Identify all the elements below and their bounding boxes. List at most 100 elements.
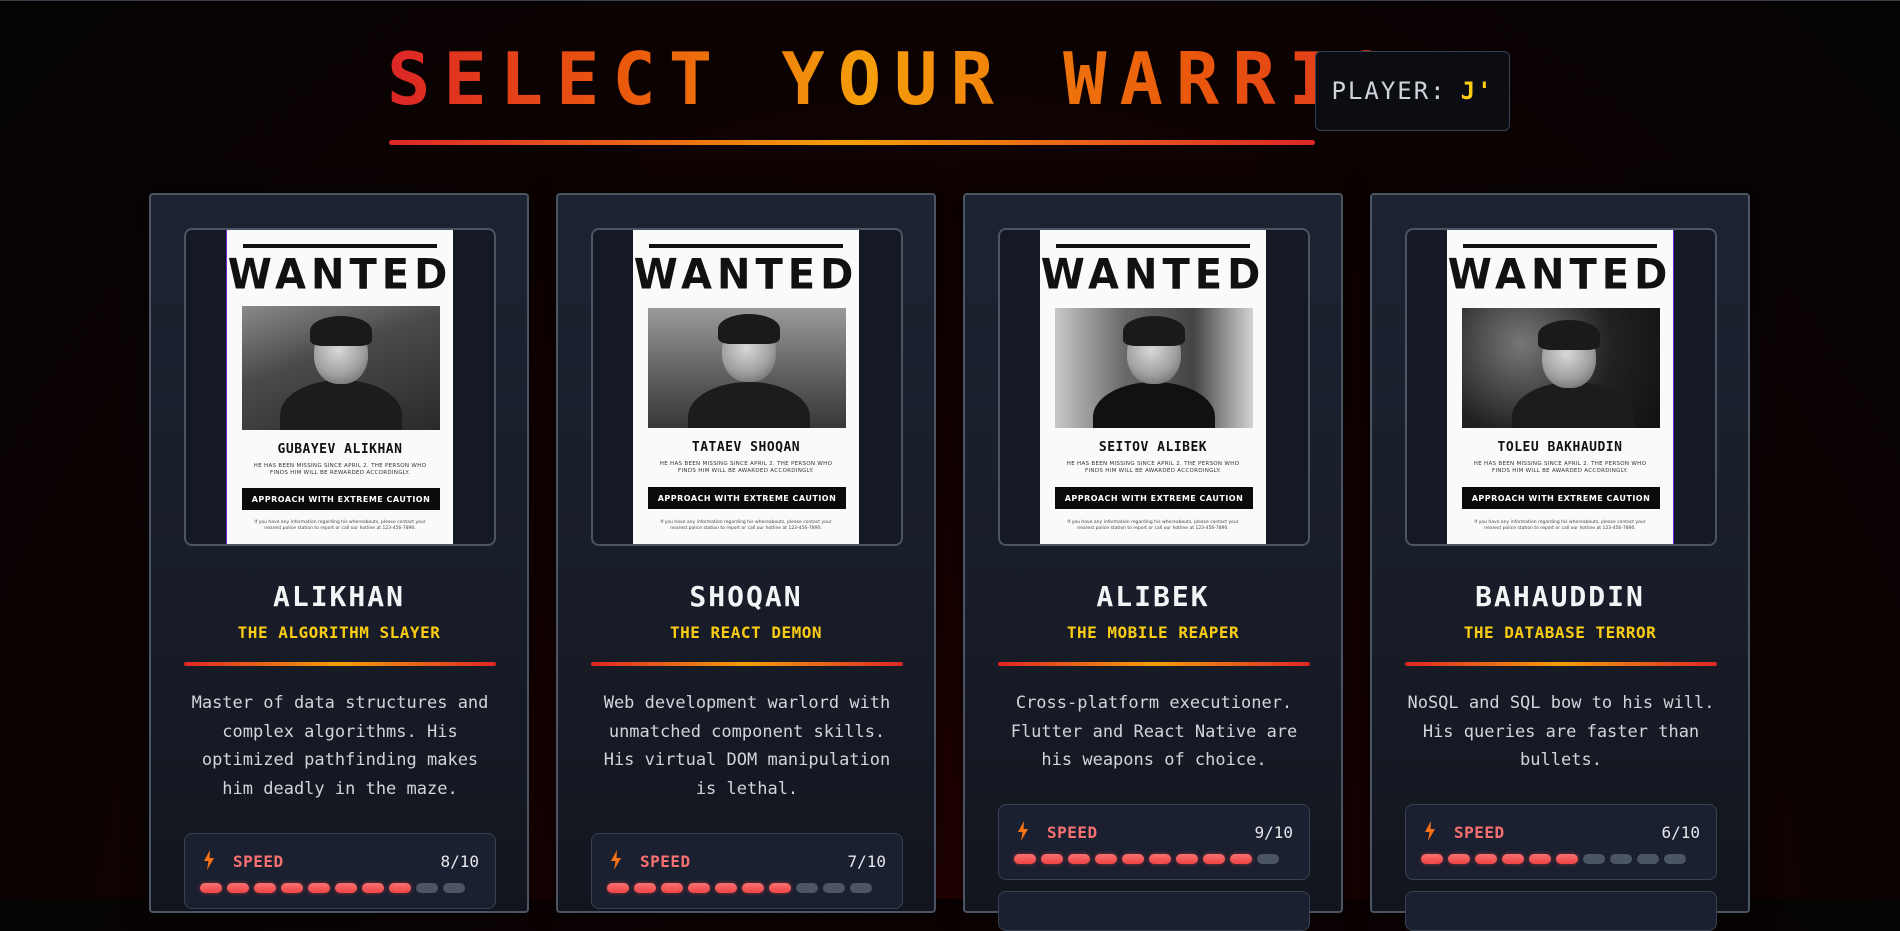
lightning-icon xyxy=(1425,821,1435,841)
warrior-photo xyxy=(1462,308,1660,428)
warrior-title: THE ALGORITHM SLAYER xyxy=(237,623,441,642)
stat-pip-empty xyxy=(1610,854,1632,864)
poster-info-text: If you have any information regarding hi… xyxy=(1067,520,1239,531)
warrior-divider xyxy=(1405,662,1717,666)
warrior-description: NoSQL and SQL bow to his will. His queri… xyxy=(1407,693,1715,770)
warrior-photo xyxy=(648,308,846,428)
stat-pip-filled xyxy=(362,883,384,893)
stat-pip-empty xyxy=(416,883,438,893)
stat-value: 9/10 xyxy=(1254,823,1293,842)
player-name: J' xyxy=(1460,77,1494,105)
warrior-card-shoqan[interactable]: WANTED TATAEV SHOQAN HE HAS BEEN MISSING… xyxy=(556,193,936,913)
stat-meter xyxy=(607,883,872,893)
poster-caution-banner: APPROACH WITH EXTREME CAUTION xyxy=(1462,487,1660,509)
wanted-poster: WANTED TATAEV SHOQAN HE HAS BEEN MISSING… xyxy=(633,230,859,544)
stat-pip-filled xyxy=(1556,854,1578,864)
stat-next xyxy=(998,891,1310,931)
stat-value: 8/10 xyxy=(440,852,479,871)
warrior-name: BAHAUDDIN xyxy=(1475,580,1645,613)
stat-pip-filled xyxy=(1122,854,1144,864)
stat-pip-filled xyxy=(335,883,357,893)
poster-caution-banner: APPROACH WITH EXTREME CAUTION xyxy=(648,487,846,509)
stat-pip-filled xyxy=(1448,854,1470,864)
warrior-divider xyxy=(591,662,903,666)
page-title: SELECT YOUR WARRIOR xyxy=(387,34,1458,124)
stat-pip-filled xyxy=(254,883,276,893)
stat-speed: SPEED 6/10 xyxy=(1405,804,1717,880)
poster-name: TATAEV SHOQAN xyxy=(691,440,801,455)
poster-name: TOLEU BAKHAUDIN xyxy=(1497,440,1623,455)
lightning-icon xyxy=(611,850,621,870)
warrior-description: Cross-platform executioner. Flutter and … xyxy=(1010,693,1298,770)
stat-pip-filled xyxy=(1068,854,1090,864)
warrior-name: ALIKHAN xyxy=(272,580,405,613)
warrior-card-alibek[interactable]: WANTED SEITOV ALIBEK HE HAS BEEN MISSING… xyxy=(963,193,1343,931)
stat-pip-filled xyxy=(389,883,411,893)
poster-heading: WANTED xyxy=(1040,250,1266,300)
warrior-title: THE DATABASE TERROR xyxy=(1463,623,1657,642)
poster-rule xyxy=(649,244,843,248)
stat-pip-filled xyxy=(1475,854,1497,864)
poster-name: SEITOV ALIBEK xyxy=(1098,440,1208,455)
stat-pip-empty xyxy=(443,883,465,893)
stat-pip-filled xyxy=(1014,854,1036,864)
stat-meter xyxy=(1421,854,1686,864)
lightning-icon xyxy=(1018,821,1028,841)
title-underline xyxy=(389,140,1315,145)
stat-label: SPEED xyxy=(1454,823,1505,842)
poster-name: GUBAYEV ALIKHAN xyxy=(277,442,403,457)
stat-pip-empty xyxy=(796,883,818,893)
stat-pip-filled xyxy=(227,883,249,893)
wanted-poster-frame: WANTED TATAEV SHOQAN HE HAS BEEN MISSING… xyxy=(591,228,903,546)
wanted-poster: WANTED SEITOV ALIBEK HE HAS BEEN MISSING… xyxy=(1040,230,1266,544)
top-border xyxy=(0,0,1900,1)
stat-meter xyxy=(1014,854,1279,864)
stat-pip-filled xyxy=(1230,854,1252,864)
stat-pip-filled xyxy=(1502,854,1524,864)
poster-missing-text: HE HAS BEEN MISSING SINCE APRIL 2. THE P… xyxy=(253,463,427,476)
warrior-divider xyxy=(998,662,1310,666)
poster-missing-text: HE HAS BEEN MISSING SINCE APRIL 2. THE P… xyxy=(659,461,833,474)
poster-info-text: If you have any information regarding hi… xyxy=(1474,520,1646,531)
stat-pip-filled xyxy=(742,883,764,893)
wanted-poster-frame: WANTED TOLEU BAKHAUDIN HE HAS BEEN MISSI… xyxy=(1405,228,1717,546)
warrior-title: THE MOBILE REAPER xyxy=(1066,623,1240,642)
stat-pip-filled xyxy=(1041,854,1063,864)
stat-speed: SPEED 9/10 xyxy=(998,804,1310,880)
stat-pip-empty xyxy=(1583,854,1605,864)
stat-label: SPEED xyxy=(233,852,284,871)
warrior-card-bahauddin[interactable]: WANTED TOLEU BAKHAUDIN HE HAS BEEN MISSI… xyxy=(1370,193,1750,931)
stat-pip-empty xyxy=(850,883,872,893)
stat-next xyxy=(1405,891,1717,931)
warrior-description: Web development warlord with unmatched c… xyxy=(603,693,891,799)
poster-caution-banner: APPROACH WITH EXTREME CAUTION xyxy=(1055,487,1253,509)
stat-pip-filled xyxy=(281,883,303,893)
stat-speed: SPEED 8/10 xyxy=(184,833,496,909)
warrior-photo xyxy=(1055,308,1253,428)
stat-pip-filled xyxy=(634,883,656,893)
poster-info-text: If you have any information regarding hi… xyxy=(254,520,426,531)
warrior-name: SHOQAN xyxy=(689,580,803,613)
lightning-icon xyxy=(204,850,214,870)
stat-pip-filled xyxy=(661,883,683,893)
wanted-poster-frame: WANTED GUBAYEV ALIKHAN HE HAS BEEN MISSI… xyxy=(184,228,496,546)
poster-missing-text: HE HAS BEEN MISSING SINCE APRIL 2. THE P… xyxy=(1066,461,1240,474)
stat-speed: SPEED 7/10 xyxy=(591,833,903,909)
stat-pip-empty xyxy=(823,883,845,893)
poster-rule xyxy=(243,244,437,248)
stat-pip-filled xyxy=(1176,854,1198,864)
poster-rule xyxy=(1463,244,1657,248)
poster-heading: WANTED xyxy=(1447,250,1673,300)
poster-heading: WANTED xyxy=(633,250,859,300)
warrior-card-alikhan[interactable]: WANTED GUBAYEV ALIKHAN HE HAS BEEN MISSI… xyxy=(149,193,529,913)
warrior-name: ALIBEK xyxy=(1096,580,1210,613)
warrior-divider xyxy=(184,662,496,666)
stat-label: SPEED xyxy=(1047,823,1098,842)
wanted-poster-frame: WANTED SEITOV ALIBEK HE HAS BEEN MISSING… xyxy=(998,228,1310,546)
stat-pip-filled xyxy=(1095,854,1117,864)
poster-heading: WANTED xyxy=(227,250,453,300)
stat-label: SPEED xyxy=(640,852,691,871)
poster-info-text: If you have any information regarding hi… xyxy=(660,520,832,531)
stat-pip-empty xyxy=(1664,854,1686,864)
stat-pip-filled xyxy=(769,883,791,893)
